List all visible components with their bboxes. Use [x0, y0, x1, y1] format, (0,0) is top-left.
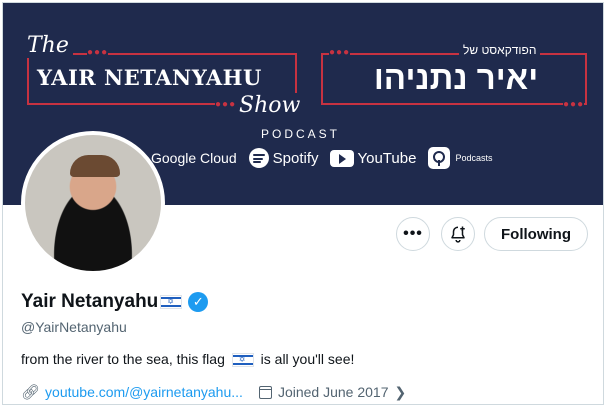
avatar-hair [70, 155, 120, 177]
apple-podcasts-logo: Podcasts [428, 147, 492, 169]
profile-bio: from the river to the sea, this flag is … [21, 351, 355, 368]
profile-meta: 🔗︎ youtube.com/@yairnetanyahu... Joined … [21, 383, 406, 402]
website-link[interactable]: youtube.com/@yairnetanyahu... [45, 384, 243, 400]
banner-partner-logos: Google Cloud Spotify YouTube Podcasts [151, 147, 504, 169]
more-icon: ••• [403, 225, 423, 242]
banner-the-text: The [27, 33, 73, 58]
notifications-button[interactable] [441, 217, 475, 251]
banner-dots-decoration: ●●● [87, 47, 109, 58]
profile-name-row: Yair Netanyahu ✓ [21, 291, 209, 313]
youtube-icon [330, 149, 355, 167]
spotify-label: Spotify [272, 149, 319, 167]
spotify-icon [248, 148, 269, 168]
banner-hebrew-subtitle: הפודקאסט של [459, 43, 541, 57]
profile-card: The ●●● YAIR NETANYAHU Show ●●● הפודקאסט… [2, 2, 604, 405]
profile-name: Yair Netanyahu [21, 291, 159, 312]
apple-podcasts-label: Podcasts [455, 153, 493, 163]
banner-dots-decoration: ●●● [563, 99, 585, 110]
chevron-right-icon[interactable]: ❯ [394, 384, 406, 401]
israel-flag-icon [231, 353, 254, 368]
banner-show-name: YAIR NETANYAHU [37, 65, 262, 90]
banner-show-text: Show [235, 93, 305, 118]
spotify-logo: Spotify [248, 148, 319, 168]
google-cloud-logo: Google Cloud [151, 150, 237, 166]
calendar-icon [258, 385, 272, 399]
apple-podcasts-icon [428, 147, 451, 169]
bio-text-start: from the river to the sea, this flag [21, 351, 225, 367]
avatar[interactable] [21, 131, 165, 275]
profile-handle: @YairNetanyahu [21, 319, 127, 335]
bell-plus-icon [451, 226, 465, 243]
banner-hebrew-title: יאיר נתניהו [373, 59, 539, 96]
verified-badge-icon[interactable]: ✓ [188, 292, 209, 312]
youtube-label: YouTube [357, 149, 417, 167]
banner-dots-decoration: ●●● [329, 47, 351, 58]
link-icon: 🔗︎ [21, 384, 41, 401]
joined-date: Joined June 2017 [277, 384, 389, 400]
bio-text-end: is all you'll see! [260, 351, 355, 367]
banner-podcast-label: PODCAST [261, 127, 341, 141]
more-button[interactable]: ••• [396, 217, 430, 251]
youtube-logo: YouTube [330, 149, 417, 167]
israel-flag-icon [160, 295, 183, 309]
banner-dots-decoration: ●●● [215, 99, 237, 110]
following-button[interactable]: Following [484, 217, 588, 251]
